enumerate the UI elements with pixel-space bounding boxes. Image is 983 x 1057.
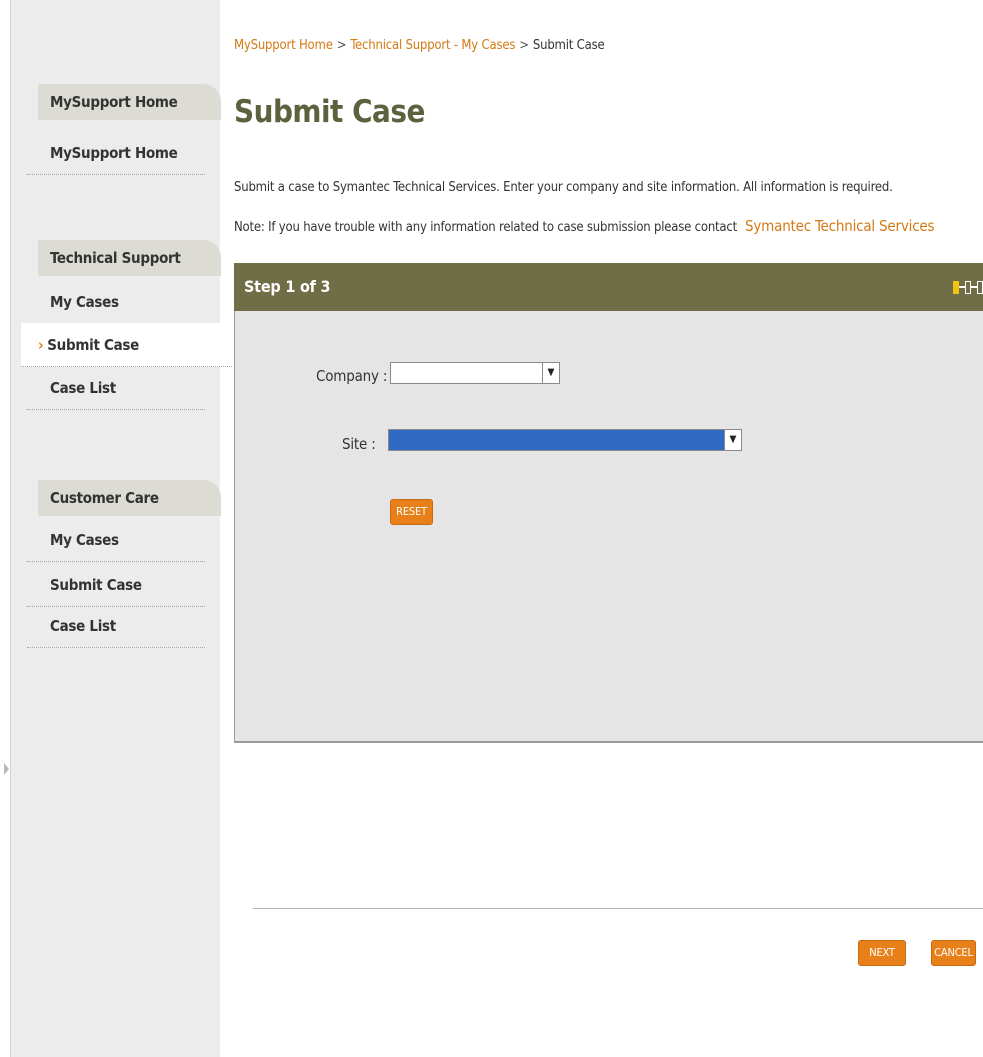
panel-divider	[253, 908, 983, 909]
page-title: Submit Case	[234, 94, 425, 130]
intro-text: Submit a case to Symantec Technical Serv…	[234, 180, 893, 195]
breadcrumb-separator: >	[336, 38, 347, 53]
site-select[interactable]: ▼	[388, 429, 742, 451]
sidebar-item-ts-my-cases[interactable]: My Cases	[27, 280, 205, 324]
site-value	[389, 430, 724, 450]
note-text: Note: If you have trouble with any infor…	[234, 217, 935, 235]
site-label: Site :	[342, 435, 376, 453]
sidebar-item-cc-my-cases[interactable]: My Cases	[27, 518, 205, 562]
sidebar-section-technical-support: Technical Support	[38, 240, 221, 276]
collapse-handle-icon[interactable]	[4, 763, 9, 775]
company-select[interactable]: ▼	[390, 362, 560, 384]
sidebar-section-mysupport-home: MySupport Home	[38, 84, 221, 120]
sidebar-item-cc-case-list[interactable]: Case List	[27, 604, 205, 648]
wizard-step-bar: Step 1 of 3	[234, 263, 983, 311]
note-prefix: Note: If you have trouble with any infor…	[234, 220, 738, 235]
breadcrumb-technical-support[interactable]: Technical Support - My Cases	[350, 38, 515, 53]
sidebar-item-cc-submit-case[interactable]: Submit Case	[27, 563, 205, 607]
sidebar-item-ts-submit-case[interactable]: › Submit Case	[21, 323, 232, 367]
sidebar-item-mysupport-home[interactable]: MySupport Home	[27, 131, 205, 175]
step-label: Step 1 of 3	[244, 277, 331, 296]
symantec-technical-services-link[interactable]: Symantec Technical Services	[745, 217, 935, 235]
sidebar-item-label: Submit Case	[47, 336, 139, 354]
sidebar-item-ts-case-list[interactable]: Case List	[27, 366, 205, 410]
step-progress-icon	[953, 280, 983, 294]
reset-button[interactable]: RESET	[390, 499, 433, 525]
chevron-down-icon[interactable]: ▼	[542, 363, 559, 383]
sidebar: MySupport Home MySupport Home Technical …	[10, 0, 232, 1057]
breadcrumb-current: Submit Case	[532, 38, 605, 53]
breadcrumb-mysupport-home[interactable]: MySupport Home	[234, 38, 333, 53]
breadcrumb-separator: >	[519, 38, 529, 53]
breadcrumb: MySupport Home > Technical Support - My Ca…	[234, 38, 605, 53]
chevron-down-icon[interactable]: ▼	[724, 430, 741, 450]
cancel-button[interactable]: CANCEL	[931, 940, 976, 966]
wizard-panel: Company : ▼ Site : ▼ RESET NEXT CANCEL	[234, 311, 983, 966]
sidebar-section-customer-care: Customer Care	[38, 480, 221, 516]
company-label: Company :	[316, 367, 388, 385]
chevron-right-icon: ›	[38, 336, 44, 354]
next-button[interactable]: NEXT	[858, 940, 906, 966]
